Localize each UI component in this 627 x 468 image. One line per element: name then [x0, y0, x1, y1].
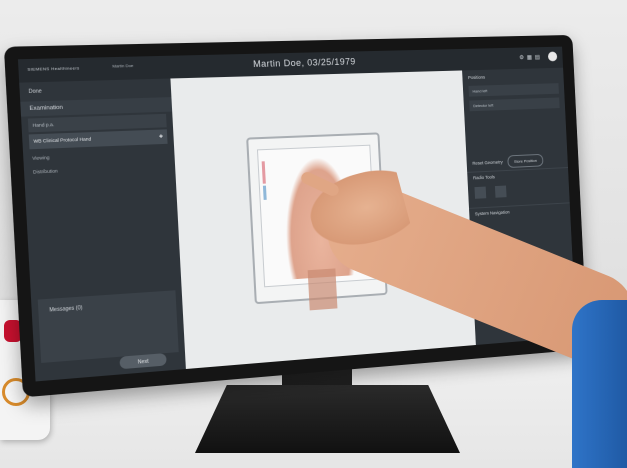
monitor-stand-base — [195, 385, 460, 453]
avatar[interactable] — [547, 51, 558, 62]
tool-icon[interactable] — [474, 186, 487, 199]
sidebar-item-label: WB Clinical Protocol Hand — [33, 136, 92, 144]
arm-image — [307, 268, 338, 311]
reset-geometry-label: Reset Geometry — [472, 159, 503, 166]
toolbar-icons[interactable]: ⚙▦▤ — [519, 54, 543, 61]
notes-icon[interactable]: ▤ — [535, 55, 543, 61]
left-sidebar: Done Examination Hand p.a. WB Clinical P… — [19, 78, 186, 382]
geometry-controls[interactable] — [464, 112, 567, 153]
store-position-button[interactable]: Store Position — [507, 153, 544, 168]
position-row-detector[interactable]: Detector left — [469, 97, 560, 112]
sidebar-header[interactable]: Done — [19, 78, 171, 97]
positions-header: Positions — [467, 74, 486, 81]
expand-icon: ✚ — [158, 133, 164, 139]
operator-sleeve — [572, 300, 627, 468]
tool-icon[interactable] — [495, 185, 507, 198]
next-button[interactable]: Next — [119, 353, 167, 370]
screen: SIEMENS Healthineers Martin Doe Martin D… — [17, 46, 577, 382]
monitor: SIEMENS Healthineers Martin Doe Martin D… — [3, 34, 588, 398]
messages-box[interactable]: Messages (0) — [37, 290, 179, 363]
position-row-hand[interactable]: Hand left — [468, 83, 559, 97]
sidebar-item-label: Hand p.a. — [32, 121, 55, 128]
messages-label: Messages (0) — [49, 304, 83, 314]
